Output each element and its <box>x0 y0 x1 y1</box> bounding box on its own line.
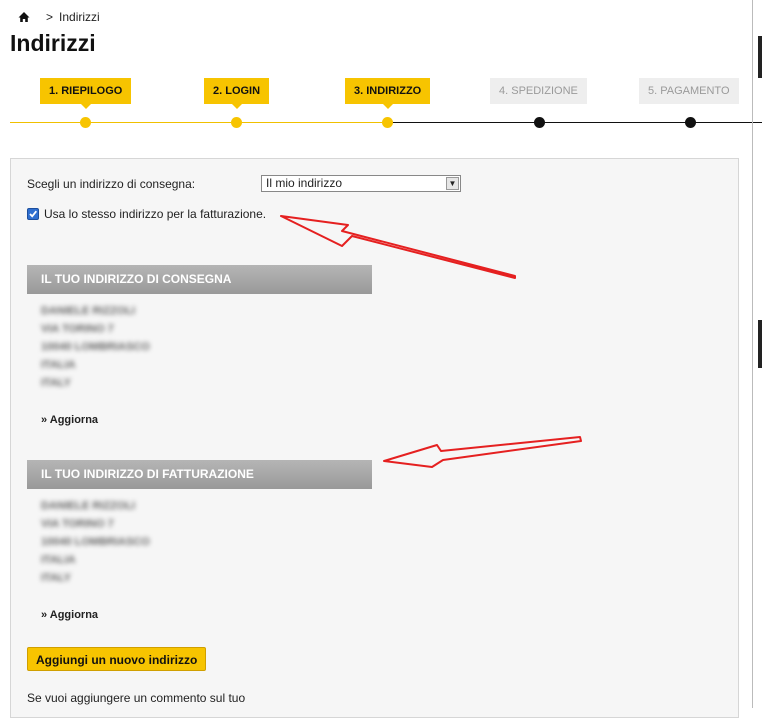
page-edge-line <box>752 0 753 708</box>
annotation-arrow-1 <box>280 215 516 279</box>
page-edge <box>748 0 762 708</box>
annotation-arrows <box>280 215 582 468</box>
annotation-arrow-2 <box>383 436 582 468</box>
page-edge-mark <box>758 36 762 78</box>
page-edge-mark <box>758 320 762 368</box>
